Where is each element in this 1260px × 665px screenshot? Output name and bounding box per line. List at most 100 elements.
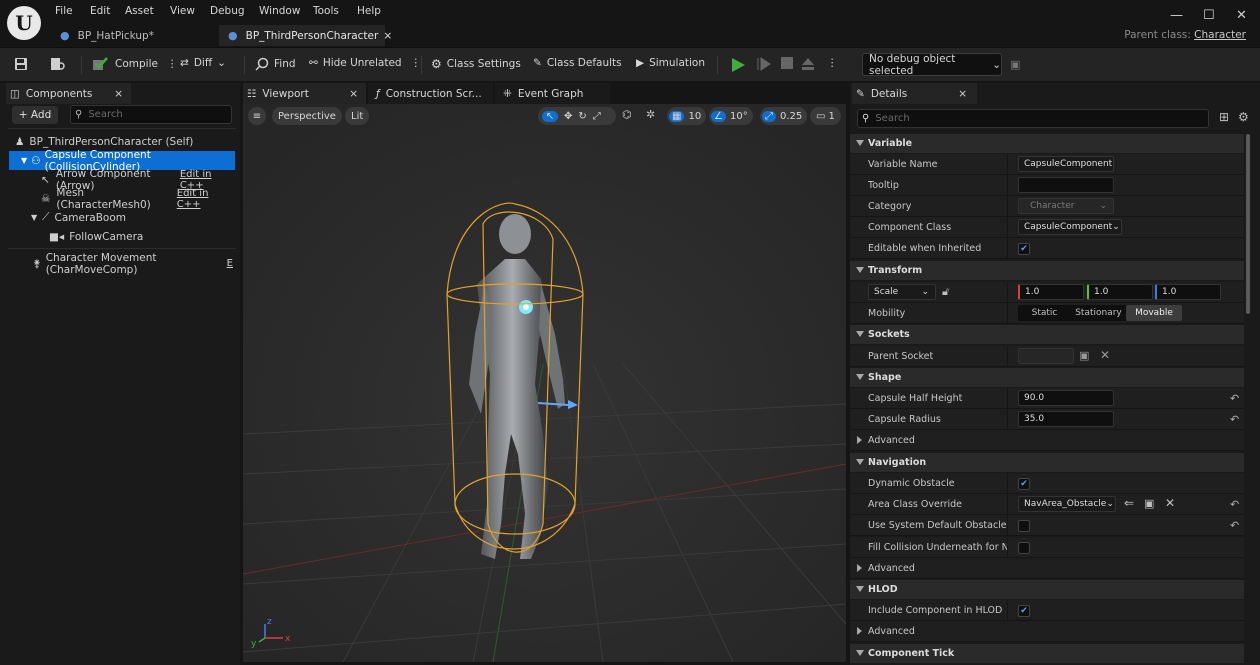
capsule-radius-field[interactable]: 35.0 [1018,411,1114,427]
use-system-default-checkbox[interactable] [1018,520,1030,532]
grid-snap-button[interactable]: ▦ 10 [667,107,707,125]
diff-button[interactable]: ⇄ Diff ⌄ [180,57,226,69]
more-vertical-icon[interactable]: ⋮ [411,57,422,69]
clear-icon[interactable]: ✕ [1100,348,1110,362]
minimize-icon[interactable]: — [1170,8,1183,23]
doc-tab-hatpickup[interactable]: ● BP_HatPickup* [52,25,212,46]
debug-object-dropdown[interactable]: No debug object selected ⌄ [862,53,1002,77]
reset-icon[interactable]: ↶ [1230,392,1239,405]
shape-advanced[interactable]: Advanced [850,430,1244,451]
hlod-advanced[interactable]: Advanced [850,621,1244,642]
perspective-button[interactable]: Perspective [272,107,342,125]
close-window-icon[interactable]: ✕ [1236,8,1247,23]
close-icon[interactable]: × [349,88,358,100]
play-button[interactable] [730,57,746,73]
details-tab[interactable]: ✎ Details × [852,83,977,104]
more-vertical-icon[interactable]: ⋮ [827,57,838,69]
parent-socket-field[interactable] [1018,348,1074,364]
surface-snap-icon[interactable]: ✲ [646,108,655,121]
category-component-tick[interactable]: Component Tick [850,644,1244,663]
viewport-options-button[interactable]: ≡ [248,107,266,125]
components-tab[interactable]: ◫ Components × [6,83,131,104]
mobility-stationary[interactable]: Stationary [1071,305,1126,321]
scale-snap-button[interactable]: ⤢ 0.25 [760,107,808,125]
browse-icon[interactable] [50,57,66,71]
dynamic-obstacle-checkbox[interactable]: ✔ [1018,478,1030,490]
clear-icon[interactable]: ✕ [1165,496,1175,510]
find-button[interactable]: Find [255,57,296,71]
step-button[interactable] [757,57,771,71]
scale-z-field[interactable]: 1.0 [1155,284,1221,300]
class-defaults-button[interactable]: ✎ Class Defaults [533,57,622,69]
maximize-icon[interactable]: ☐ [1203,8,1215,23]
rotation-snap-button[interactable]: ∠ 10° [709,107,753,125]
browse-icon[interactable]: ▣ [1144,497,1154,510]
navigation-advanced[interactable]: Advanced [850,558,1244,579]
include-hlod-checkbox[interactable]: ✔ [1018,605,1030,617]
category-dropdown[interactable]: Character ⌄ [1018,198,1114,214]
category-navigation[interactable]: Navigation [850,453,1244,472]
tree-item-movement[interactable]: ⚵ Character Movement (CharMoveComp) E [9,252,235,276]
tree-item-followcamera[interactable]: ■◂ FollowCamera [9,227,235,246]
tab-viewport[interactable]: ☷ Viewport × [243,83,366,104]
scale-icon[interactable]: ⤢ [593,111,601,122]
category-sockets[interactable]: Sockets [850,325,1244,344]
camera-speed-button[interactable]: ▭ 1 [810,107,841,125]
world-local-icon[interactable]: ⌬ [622,108,632,121]
close-icon[interactable]: × [383,30,392,42]
eject-button[interactable] [801,57,815,71]
lock-icon[interactable]: 🔓︎ [942,285,949,299]
save-icon[interactable] [14,57,28,71]
table-view-icon[interactable]: ⊞ [1219,110,1229,124]
close-icon[interactable]: × [114,88,123,100]
reset-icon[interactable]: ↶ [1230,519,1239,532]
reset-icon[interactable]: ↶ [1230,413,1239,426]
category-variable[interactable]: Variable [850,134,1244,153]
class-settings-button[interactable]: ⚙ Class Settings [431,57,521,71]
compile-button[interactable]: Compile ⋮ [92,57,177,71]
details-search-input[interactable]: ⚲ Search [857,109,1209,128]
stop-button[interactable] [781,57,793,69]
area-class-dropdown[interactable]: NavArea_Obstacle ⌄ [1018,496,1116,512]
lit-button[interactable]: Lit [345,107,370,125]
edit-in-cpp-link[interactable]: E [227,258,233,269]
menu-tools[interactable]: Tools [313,5,339,17]
variable-name-field[interactable]: CapsuleComponent [1018,156,1114,172]
unreal-logo[interactable]: U [7,6,41,40]
tab-construction-script[interactable]: ƒ Construction Scr... [368,83,493,104]
details-scrollbar[interactable] [1246,134,1250,314]
close-icon[interactable]: × [958,88,967,100]
viewport[interactable]: z x y [243,104,846,662]
select-icon[interactable]: ↖ [542,110,558,122]
more-vertical-icon[interactable]: ⋮ [167,58,178,70]
scale-x-field[interactable]: 1.0 [1018,284,1084,300]
hide-unrelated-button[interactable]: ⚯ Hide Unrelated ⋮ [309,57,421,69]
doc-tab-thirdperson[interactable]: ● BP_ThirdPersonCharacter × [219,25,392,46]
add-component-button[interactable]: + Add [12,106,58,124]
capsule-half-height-field[interactable]: 90.0 [1018,390,1114,406]
menu-window[interactable]: Window [259,5,300,17]
simulation-button[interactable]: ▶ Simulation [636,57,705,69]
use-selected-icon[interactable]: ⇐ [1124,496,1134,510]
parent-class-link[interactable]: Character [1194,29,1246,41]
tree-item-mesh[interactable]: ☠ Mesh (CharacterMesh0) Edit in C++ [9,187,235,211]
menu-help[interactable]: Help [357,5,381,17]
category-shape[interactable]: Shape [850,368,1244,387]
category-transform[interactable]: Transform [850,261,1244,280]
browse-socket-icon[interactable]: ▣ [1079,349,1089,362]
translate-icon[interactable]: ✥ [564,111,572,122]
component-class-dropdown[interactable]: CapsuleComponent ⌄ [1018,219,1122,235]
edit-in-cpp-link[interactable]: Edit in C++ [177,188,233,210]
components-search-input[interactable]: ⚲ Search [70,105,232,124]
mobility-static[interactable]: Static [1018,305,1071,321]
menu-debug[interactable]: Debug [210,5,245,17]
tab-event-graph[interactable]: ⁜ Event Graph [495,83,610,104]
menu-asset[interactable]: Asset [125,5,154,17]
scale-dropdown[interactable]: Scale ⌄ [868,284,936,300]
rotate-icon[interactable]: ↻ [578,111,586,122]
category-hlod[interactable]: HLOD [850,580,1244,599]
reset-icon[interactable]: ↶ [1230,498,1239,511]
tree-item-cameraboom[interactable]: ▼ ⟋ CameraBoom [9,208,235,227]
menu-edit[interactable]: Edit [90,5,110,17]
settings-gear-icon[interactable]: ⚙ [1238,110,1249,124]
